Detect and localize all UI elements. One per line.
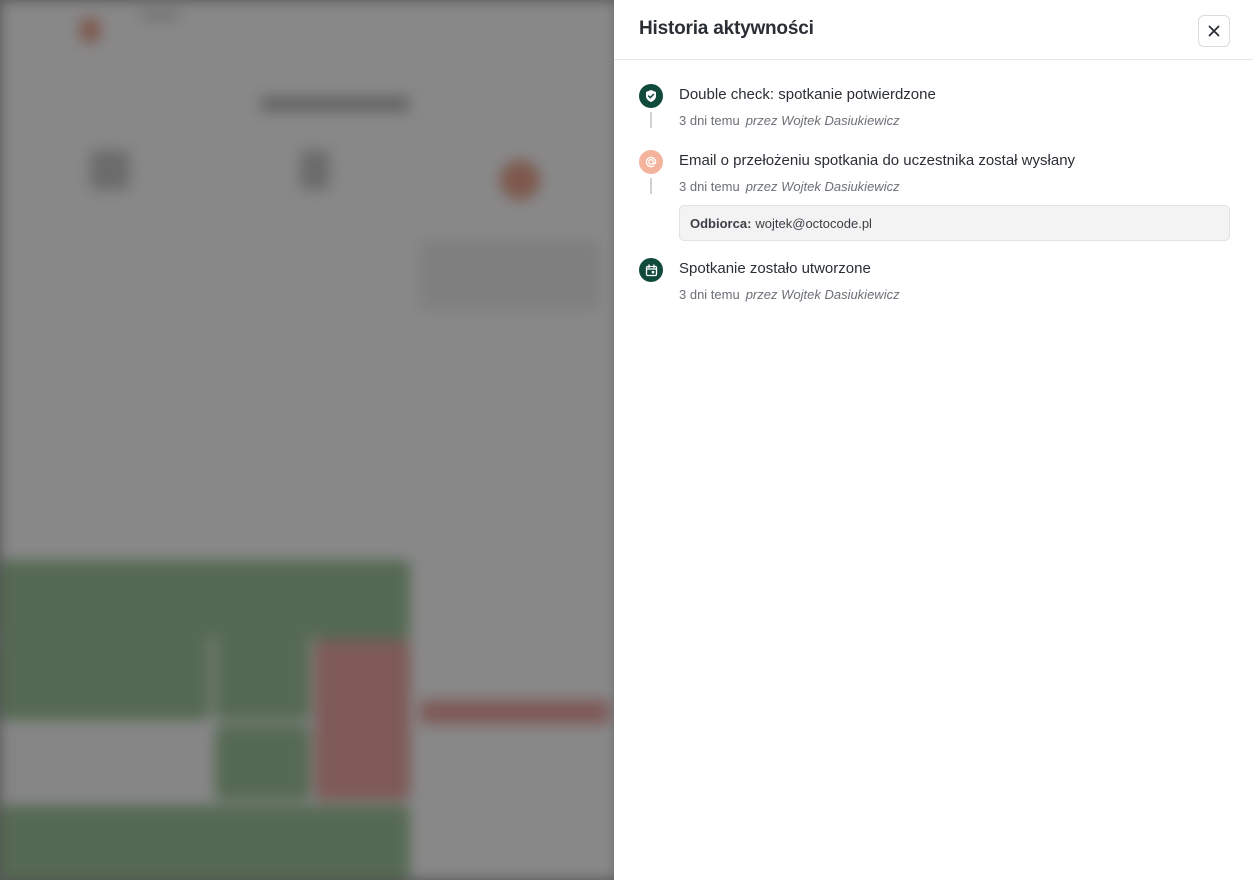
drawer-title: Historia aktywności xyxy=(639,18,814,39)
event-time: 3 dni temu xyxy=(679,113,740,128)
timeline-connector xyxy=(650,178,652,194)
timeline-event: Spotkanie zostało utworzone 3 dni temu pr… xyxy=(639,258,1230,308)
activity-timeline: Double check: spotkanie potwierdzone 3 d… xyxy=(639,84,1230,308)
event-author: przez Wojtek Dasiukiewicz xyxy=(745,287,900,302)
event-title: Spotkanie zostało utworzone xyxy=(679,260,871,277)
drawer-header: Historia aktywności xyxy=(614,0,1253,60)
event-author: przez Wojtek Dasiukiewicz xyxy=(745,179,900,194)
event-time: 3 dni temu xyxy=(679,287,740,302)
event-author: przez Wojtek Dasiukiewicz xyxy=(745,113,900,128)
timeline-connector xyxy=(650,112,652,128)
event-meta: 3 dni temu przez Wojtek Dasiukiewicz xyxy=(679,286,1230,304)
close-button[interactable] xyxy=(1198,15,1230,47)
activity-history-drawer: Historia aktywności Double check: spotka… xyxy=(614,0,1253,880)
detail-label: Odbiorca: xyxy=(690,215,752,231)
event-title: Email o przełożeniu spotkania do uczestn… xyxy=(679,152,1076,169)
timeline-event: Email o przełożeniu spotkania do uczestn… xyxy=(639,150,1230,258)
detail-value: wojtek@octocode.pl xyxy=(755,215,872,231)
event-title: Double check: spotkanie potwierdzone xyxy=(679,86,936,103)
event-detail-box: Odbiorca: wojtek@octocode.pl xyxy=(679,205,1230,241)
at-sign-icon xyxy=(639,150,663,174)
close-icon xyxy=(1208,25,1220,37)
event-meta: 3 dni temu przez Wojtek Dasiukiewicz xyxy=(679,178,1230,196)
timeline-event: Double check: spotkanie potwierdzone 3 d… xyxy=(639,84,1230,150)
event-meta: 3 dni temu przez Wojtek Dasiukiewicz xyxy=(679,112,1230,130)
shield-check-icon xyxy=(639,84,663,108)
calendar-icon xyxy=(639,258,663,282)
event-time: 3 dni temu xyxy=(679,179,740,194)
